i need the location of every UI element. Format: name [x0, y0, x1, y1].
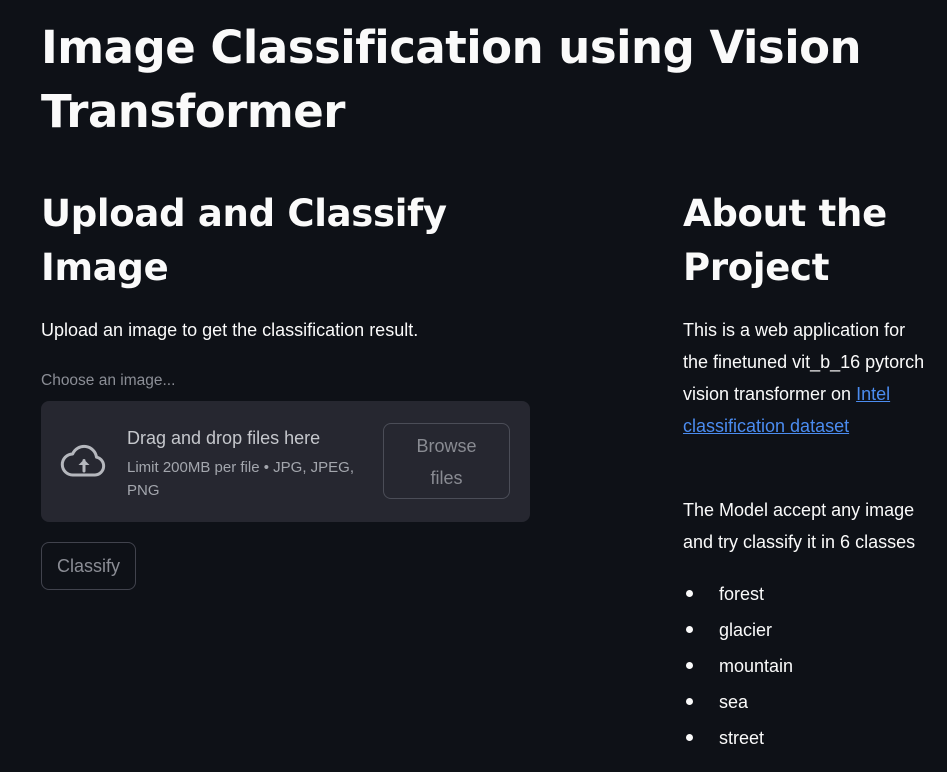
page-title: Image Classification using Vision Transf…	[41, 21, 862, 138]
bullet-icon	[686, 626, 693, 633]
about-description: This is a web application for the finetu…	[683, 314, 933, 442]
class-list: forest glacier mountain sea street	[683, 578, 793, 758]
list-item: glacier	[683, 614, 793, 650]
file-limit-text: Limit 200MB per file • JPG, JPEG, PNG	[127, 459, 354, 499]
class-label: street	[719, 728, 765, 748]
list-item: mountain	[683, 650, 793, 686]
drop-instruction: Drag and drop files here	[127, 428, 321, 448]
list-item: forest	[683, 578, 793, 614]
cloud-upload-icon	[60, 444, 106, 477]
class-label: mountain	[719, 656, 794, 676]
bullet-icon	[686, 698, 693, 705]
model-description: The Model accept any image and try class…	[683, 500, 916, 552]
uploader-label: Choose an image...	[41, 372, 176, 389]
upload-description: Upload an image to get the classificatio…	[41, 320, 419, 340]
class-label: sea	[719, 692, 749, 712]
about-section-title: About the Project	[683, 192, 887, 289]
classify-button[interactable]: Classify	[41, 542, 136, 590]
bullet-icon	[686, 662, 693, 669]
bullet-icon	[686, 590, 693, 597]
list-item: street	[683, 722, 793, 758]
upload-section-title: Upload and Classify Image	[41, 192, 447, 289]
class-label: glacier	[719, 620, 773, 640]
list-item: sea	[683, 686, 793, 722]
browse-files-button[interactable]: Browse files	[383, 423, 510, 499]
file-dropzone[interactable]: Drag and drop files here Limit 200MB per…	[41, 401, 530, 522]
bullet-icon	[686, 734, 693, 741]
class-label: forest	[719, 584, 765, 604]
